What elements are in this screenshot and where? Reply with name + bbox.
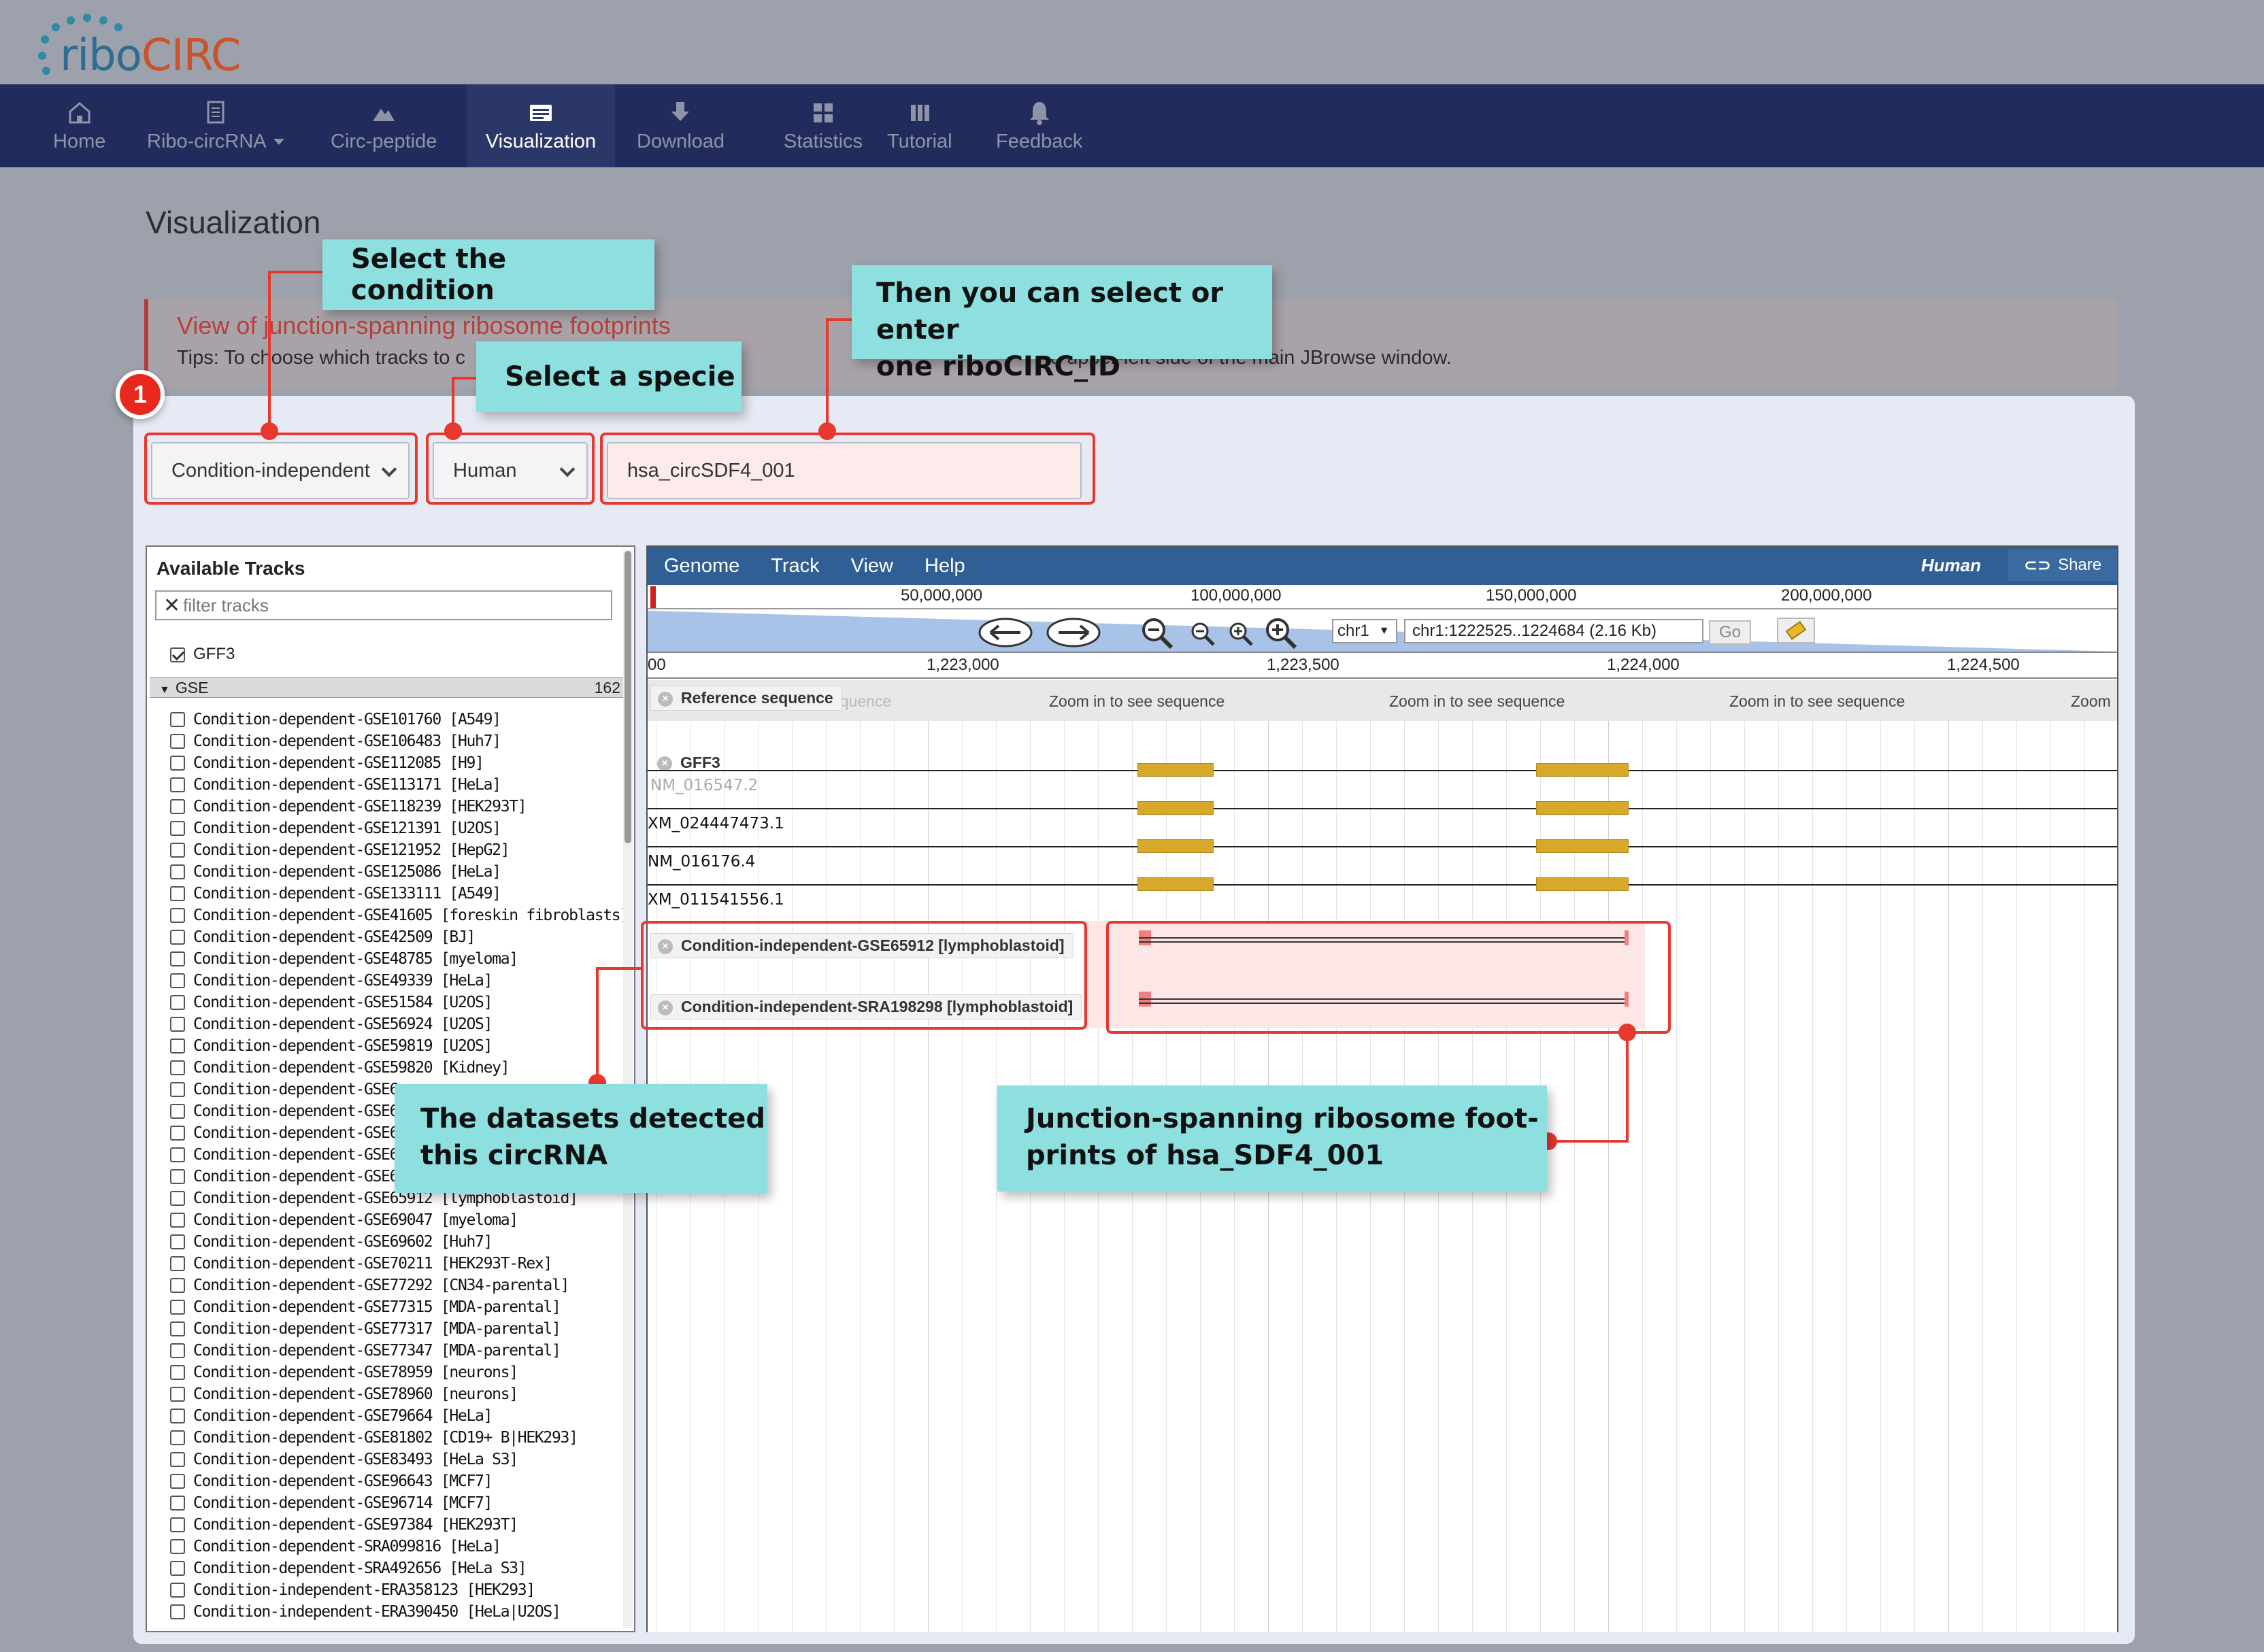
- connector-dot: [261, 422, 278, 440]
- step-badge: 1: [116, 370, 165, 419]
- callout-datasets: The datasets detected this circRNA: [395, 1084, 767, 1193]
- connector-dot: [818, 422, 836, 440]
- connector-dot: [1618, 1024, 1636, 1041]
- connector-dot: [444, 422, 462, 440]
- callout-select-specie: Select a specie: [476, 341, 742, 412]
- callout-junction-footprints: Junction-spanning ribosome foot- prints …: [997, 1085, 1547, 1192]
- callout-select-condition: Select the condition: [322, 239, 654, 310]
- callout-select-id: Then you can select or enter one riboCIR…: [852, 265, 1272, 382]
